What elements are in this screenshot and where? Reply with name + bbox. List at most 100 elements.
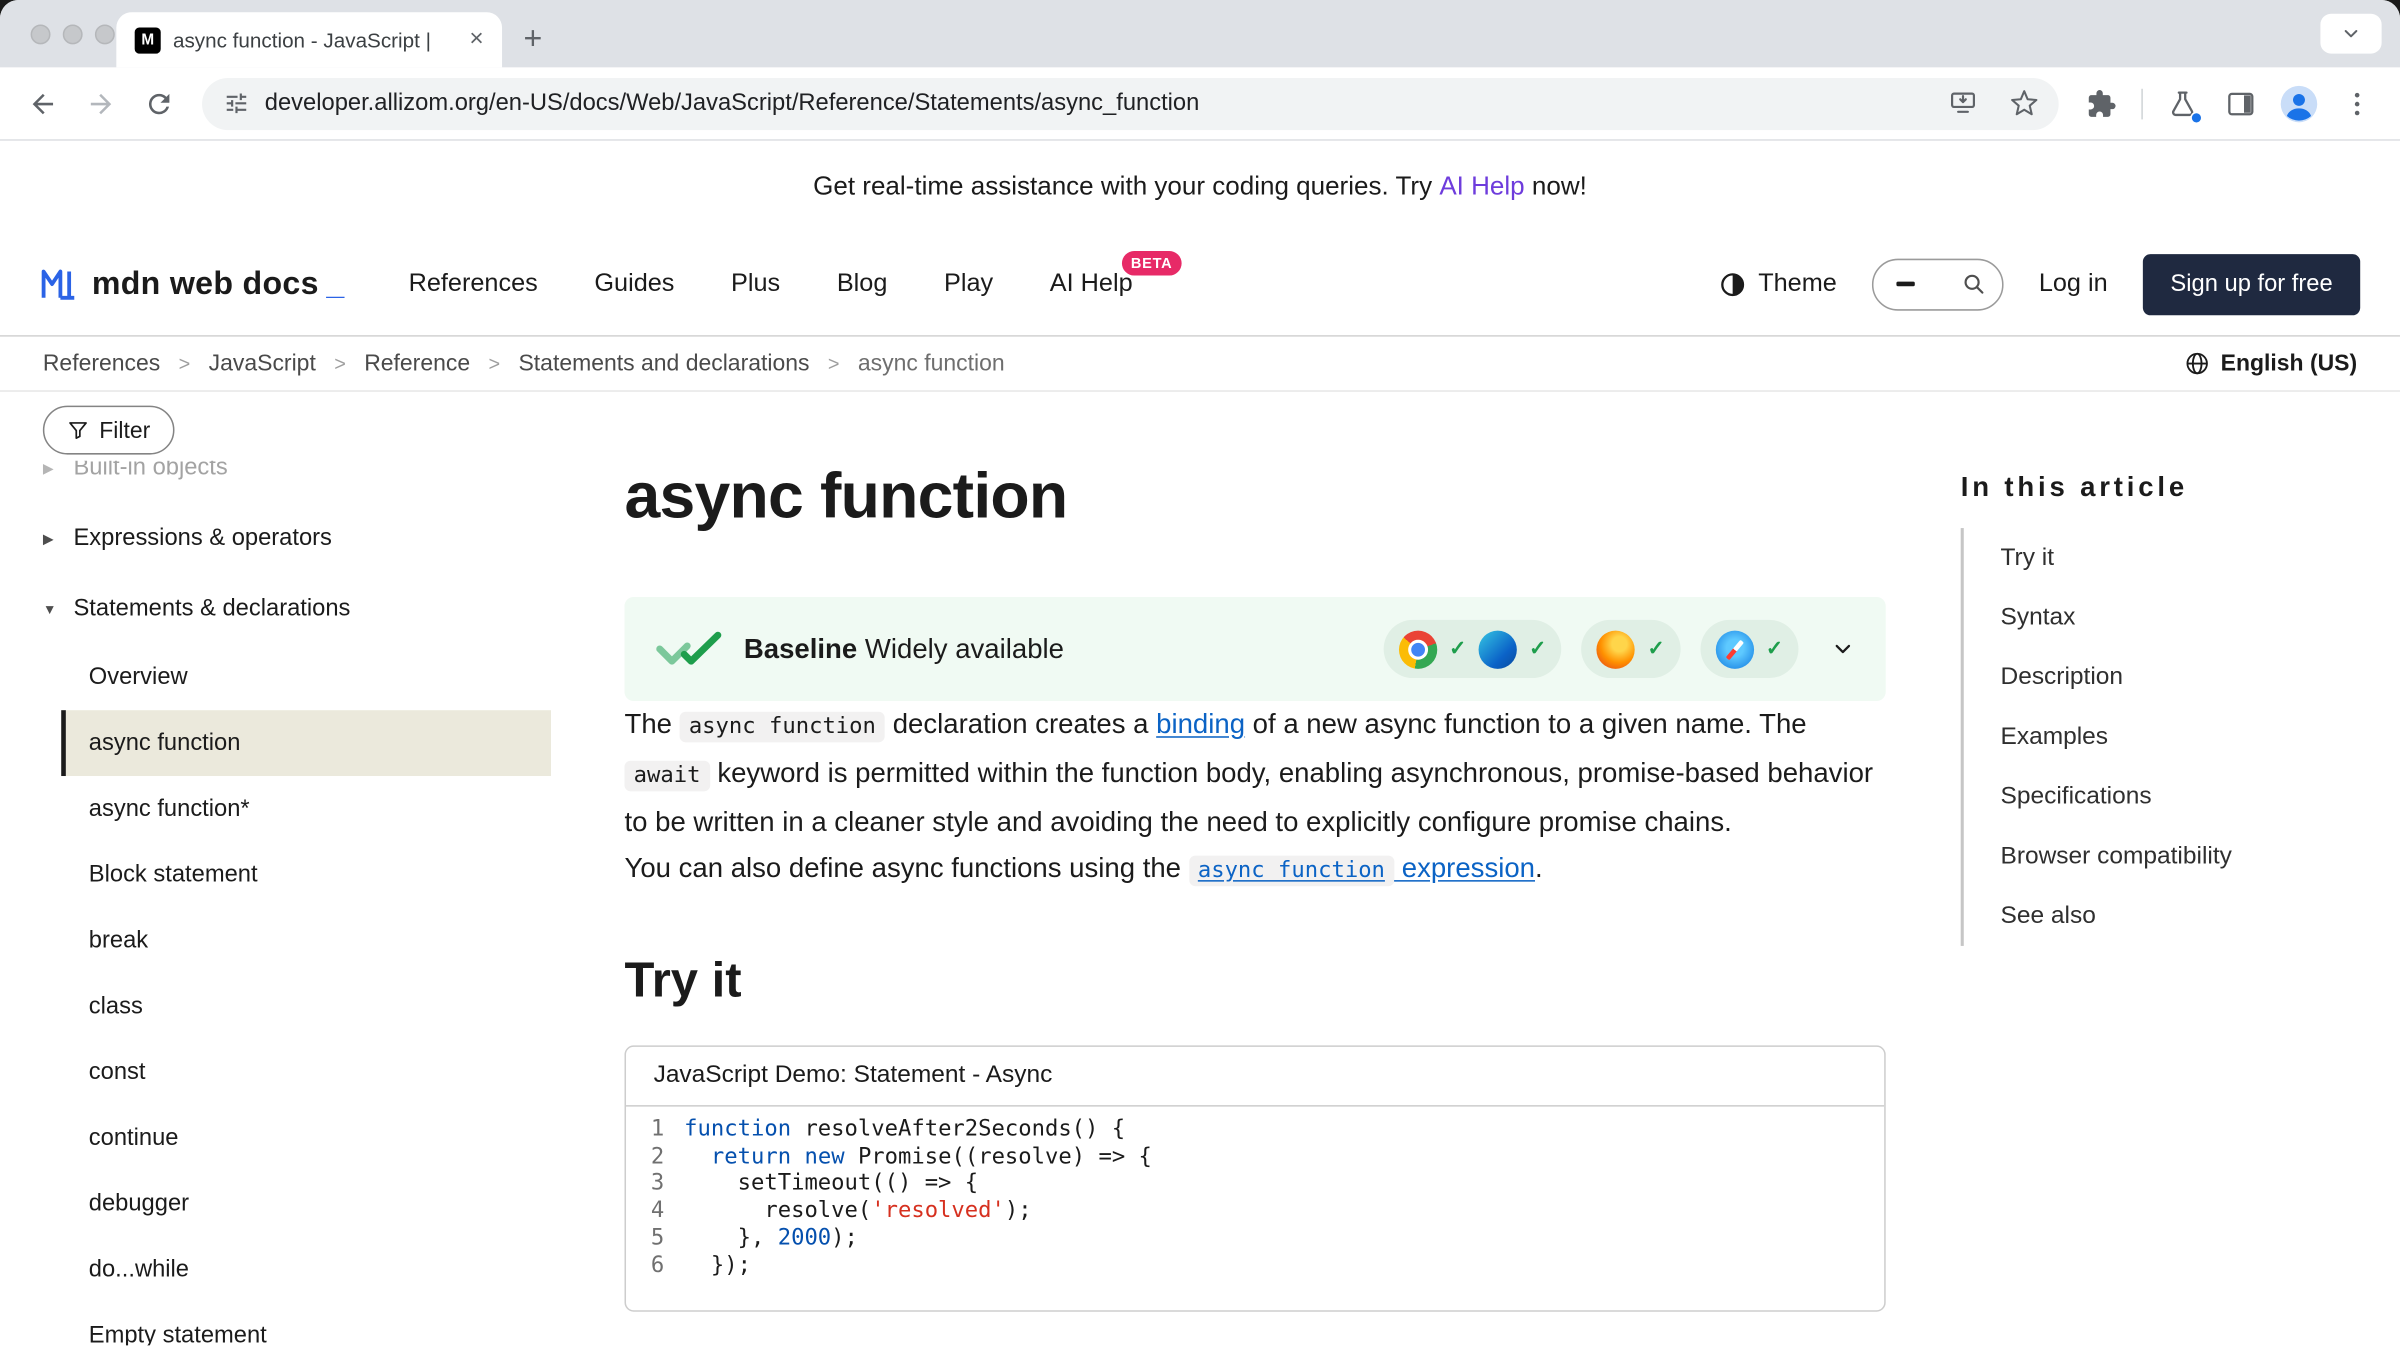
nav-item-play[interactable]: Play — [944, 269, 993, 298]
baseline-check-icon — [655, 631, 722, 668]
code-token: new — [804, 1144, 844, 1168]
code-token: 2000 — [778, 1226, 831, 1250]
breadcrumb-item-javascript[interactable]: JavaScript — [209, 351, 316, 377]
sidebar-section-label: Statements & declarations — [73, 595, 350, 623]
breadcrumb-item-async-function[interactable]: async function — [858, 351, 1005, 377]
toc-item-syntax[interactable]: Syntax — [1964, 588, 2376, 648]
menu-button[interactable] — [2330, 77, 2385, 129]
code-token — [684, 1144, 711, 1168]
article-body: The async function declaration creates a… — [624, 701, 1885, 894]
code-token — [791, 1144, 804, 1168]
new-tab-button[interactable]: + — [523, 23, 542, 55]
toc-item-browser-compatibility[interactable]: Browser compatibility — [1964, 827, 2376, 887]
breadcrumb-item-reference[interactable]: Reference — [364, 351, 470, 377]
back-button[interactable] — [15, 77, 70, 129]
breadcrumb-item-statements-and-declarations[interactable]: Statements and declarations — [518, 351, 809, 377]
triangle-right-icon: ▶ — [43, 530, 60, 547]
minimize-window-button[interactable] — [63, 24, 83, 44]
nav-item-plus[interactable]: Plus — [731, 269, 780, 298]
tab-search-button[interactable] — [2320, 14, 2381, 54]
link-expression[interactable]: expression — [1394, 853, 1535, 884]
install-app-button[interactable] — [1939, 80, 1985, 126]
code-token: resolveAfter2Seconds() { — [791, 1117, 1125, 1141]
text-run: keyword is permitted within the function… — [624, 758, 1873, 838]
banner-ai-help-link[interactable]: AI Help — [1439, 171, 1524, 202]
toc-item-description[interactable]: Description — [1964, 647, 2376, 707]
site-settings-button[interactable] — [223, 90, 249, 116]
sidebar-item-do-while[interactable]: do...while — [61, 1237, 551, 1303]
close-window-button[interactable] — [31, 24, 51, 44]
toc-item-see-also[interactable]: See also — [1964, 886, 2376, 946]
sidebar-section-expressions-operators[interactable]: ▶ Expressions & operators — [43, 504, 551, 574]
labs-button[interactable] — [2155, 77, 2210, 129]
puzzle-icon — [2086, 88, 2117, 119]
baseline-widget: Baseline Widely available ✓✓✓✓ — [624, 597, 1885, 701]
sidebar-item-block-statement[interactable]: Block statement — [61, 842, 551, 908]
sidebar-item-async-function[interactable]: async function — [61, 710, 551, 776]
line-number: 2 — [626, 1144, 684, 1171]
toc: In this article Try itSyntaxDescriptionE… — [1961, 392, 2400, 1350]
theme-toggle[interactable]: Theme — [1718, 269, 1836, 298]
signup-button[interactable]: Sign up for free — [2143, 253, 2360, 314]
breadcrumb-item-references[interactable]: References — [43, 351, 160, 377]
reload-button[interactable] — [132, 77, 187, 129]
login-link[interactable]: Log in — [2039, 269, 2108, 298]
profile-button[interactable] — [2271, 77, 2326, 129]
forward-button[interactable] — [73, 77, 128, 129]
mdn-logo[interactable]: mdn web docs_ — [40, 266, 345, 303]
code-editor[interactable]: 1function resolveAfter2Seconds() {2 retu… — [626, 1107, 1884, 1311]
sidebar-item-debugger[interactable]: debugger — [61, 1171, 551, 1237]
code-line: function resolveAfter2Seconds() { — [684, 1117, 1125, 1144]
sidebar-section-statements-declarations[interactable]: ▼Statements & declarations — [43, 574, 551, 644]
nav-item-blog[interactable]: Blog — [837, 269, 888, 298]
text-run: of a new async function to a given name.… — [1245, 709, 1807, 740]
search-input[interactable] — [1872, 258, 2004, 310]
breadcrumb: References>JavaScript>Reference>Statemen… — [43, 351, 1005, 377]
zoom-window-button[interactable] — [95, 24, 115, 44]
language-switcher[interactable]: English (US) — [2184, 351, 2357, 377]
sidebar-section-label: Built-in objects — [73, 461, 227, 482]
tab-close-icon[interactable]: × — [466, 28, 486, 52]
side-panel-button[interactable] — [2213, 77, 2268, 129]
code-link-async-function[interactable]: async function — [1189, 853, 1394, 884]
toc-item-specifications[interactable]: Specifications — [1964, 767, 2376, 827]
nav-item-references[interactable]: References — [409, 269, 538, 298]
sidebar-item-const[interactable]: const — [61, 1039, 551, 1105]
code-token: setTimeout(() => { — [684, 1172, 978, 1196]
line-number: 1 — [626, 1117, 684, 1144]
nav-item-ai-help[interactable]: AI HelpBETA — [1050, 269, 1133, 298]
sidebar-section-label: Expressions & operators — [73, 525, 331, 553]
sidebar-item-class[interactable]: class — [61, 973, 551, 1039]
breadcrumb-bar: References>JavaScript>Reference>Statemen… — [0, 337, 2400, 392]
bookmark-button[interactable] — [2001, 80, 2047, 126]
link-binding[interactable]: binding — [1156, 709, 1245, 740]
firefox-logo-icon — [1597, 630, 1635, 668]
sidebar-item-empty-statement[interactable]: Empty statement — [61, 1303, 551, 1346]
toc-item-examples[interactable]: Examples — [1964, 707, 2376, 767]
sidebar-item-async-function[interactable]: async function* — [61, 776, 551, 842]
extensions-button[interactable] — [2074, 77, 2129, 129]
header-right: Theme Log in Sign up for free — [1718, 253, 2360, 314]
sidebar-section-built-in-objects[interactable]: ▶Built-in objects — [43, 461, 551, 504]
browser-tab[interactable]: M async function - JavaScript | × — [116, 12, 502, 67]
forward-arrow-icon — [86, 88, 117, 119]
avatar-icon — [2279, 83, 2319, 123]
code-token: ); — [831, 1226, 858, 1250]
sidebar-filter-button[interactable]: Filter — [43, 406, 175, 455]
line-number: 3 — [626, 1172, 684, 1199]
line-number: 4 — [626, 1199, 684, 1226]
code-token: 'resolved' — [871, 1199, 1005, 1223]
banner-text-before: Get real-time assistance with your codin… — [813, 171, 1432, 202]
breadcrumb-separator-icon: > — [489, 352, 501, 375]
baseline-expand-button[interactable] — [1831, 637, 1855, 661]
nav-item-guides[interactable]: Guides — [594, 269, 674, 298]
site-header: mdn web docs_ References Guides Plus Blog Pl… — [0, 233, 2400, 337]
toc-item-try-it[interactable]: Try it — [1964, 528, 2376, 588]
sidebar-item-overview[interactable]: Overview — [61, 644, 551, 710]
globe-icon — [2184, 351, 2210, 377]
address-bar[interactable]: developer.allizom.org/en-US/docs/Web/Jav… — [202, 77, 2059, 129]
sidebar-item-continue[interactable]: continue — [61, 1105, 551, 1171]
breadcrumb-separator-icon: > — [334, 352, 346, 375]
inline-code: await — [624, 761, 709, 792]
sidebar-item-break[interactable]: break — [61, 908, 551, 974]
